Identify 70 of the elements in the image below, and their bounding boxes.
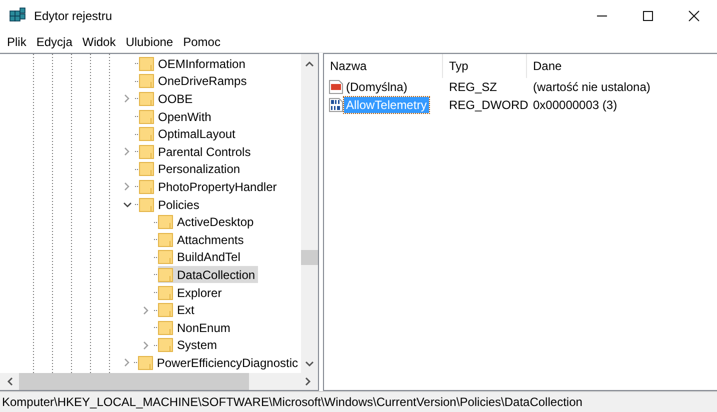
- folder-icon: [158, 232, 173, 248]
- vertical-scrollbar[interactable]: [301, 54, 318, 373]
- menu-item[interactable]: Pomoc: [178, 33, 226, 51]
- expand-chevron-icon[interactable]: [143, 340, 149, 350]
- folder-icon: [158, 214, 173, 230]
- expand-chevron-icon[interactable]: [143, 306, 149, 315]
- scroll-up-icon[interactable]: [305, 61, 314, 67]
- value-name[interactable]: (Domyślna): [344, 79, 410, 95]
- tree-item[interactable]: OneDriveRamps: [139, 72, 250, 90]
- folder-icon: [139, 108, 154, 125]
- tree-item[interactable]: DataCollection: [158, 266, 258, 284]
- tree-item[interactable]: ActiveDesktop: [158, 214, 257, 231]
- menu-item[interactable]: Edycja: [31, 33, 78, 51]
- tree-item[interactable]: OEMInformation: [139, 55, 248, 72]
- value-type: REG_DWORD: [448, 98, 527, 112]
- scroll-right-icon[interactable]: [305, 377, 311, 386]
- column-header[interactable]: Typ: [443, 54, 527, 78]
- scrollbar-thumb[interactable]: [301, 250, 318, 265]
- menu-item[interactable]: Widok: [77, 33, 121, 51]
- tree-item[interactable]: NonEnum: [158, 319, 234, 336]
- folder-icon: [158, 320, 173, 336]
- string-value-icon: [329, 80, 343, 94]
- folder-icon: [139, 90, 154, 107]
- expand-chevron-icon[interactable]: [124, 94, 130, 104]
- value-type: REG_SZ: [448, 80, 498, 94]
- tree-item[interactable]: PhotoPropertyHandler: [139, 178, 280, 196]
- menu-item[interactable]: Ulubione: [120, 33, 178, 51]
- expand-chevron-icon[interactable]: [124, 182, 130, 192]
- folder-icon: [139, 178, 154, 195]
- expand-chevron-icon[interactable]: [124, 147, 130, 156]
- tree-item[interactable]: System: [158, 336, 220, 354]
- expand-chevron-icon[interactable]: [124, 358, 130, 368]
- folder-icon: [158, 249, 173, 266]
- scrollbar-thumb[interactable]: [19, 373, 249, 390]
- value-data: 0x00000003 (3): [532, 98, 618, 112]
- binary-value-icon: [329, 98, 343, 112]
- folder-icon: [139, 56, 154, 72]
- scroll-down-icon[interactable]: [305, 361, 314, 367]
- close-icon: [688, 10, 700, 22]
- scroll-left-icon[interactable]: [7, 377, 13, 386]
- window-title: Edytor rejestru: [34, 9, 112, 23]
- folder-icon: [158, 266, 173, 283]
- tree-item[interactable]: Attachments: [158, 231, 247, 248]
- folder-icon: [158, 284, 173, 301]
- maximize-icon: [642, 10, 654, 22]
- tree-item[interactable]: OpenWith: [139, 108, 214, 126]
- tree-item[interactable]: OptimalLayout: [139, 126, 238, 143]
- folder-icon: [139, 73, 154, 90]
- folder-icon: [138, 354, 153, 371]
- folder-icon: [158, 337, 173, 354]
- tree-item[interactable]: Ext: [158, 302, 198, 319]
- folder-icon: [139, 161, 154, 178]
- collapse-chevron-icon[interactable]: [122, 202, 132, 208]
- column-header[interactable]: Nazwa: [324, 54, 443, 78]
- status-bar: Komputer\HKEY_LOCAL_MACHINE\SOFTWARE\Microsoft\Windows\CurrentVersion\Policies\DataCollection: [0, 391, 717, 412]
- tree-item[interactable]: BuildAndTel: [158, 248, 244, 266]
- tree-item[interactable]: Parental Controls: [139, 143, 254, 160]
- menu-item[interactable]: Plik: [2, 33, 32, 51]
- horizontal-scrollbar[interactable]: [0, 373, 318, 390]
- value-data: (wartość nie ustalona): [532, 80, 652, 94]
- column-header[interactable]: Dane: [527, 54, 707, 78]
- folder-icon: [139, 144, 154, 160]
- folder-icon: [139, 196, 154, 213]
- tree-item[interactable]: OOBE: [139, 90, 196, 108]
- tree-item[interactable]: Personalization: [139, 160, 244, 178]
- folder-icon: [139, 126, 154, 142]
- folder-icon: [158, 302, 173, 318]
- tree-item[interactable]: Policies: [139, 196, 202, 214]
- tree-item[interactable]: Explorer: [158, 284, 225, 302]
- tree-item[interactable]: PowerEfficiencyDiagnostic: [138, 354, 301, 372]
